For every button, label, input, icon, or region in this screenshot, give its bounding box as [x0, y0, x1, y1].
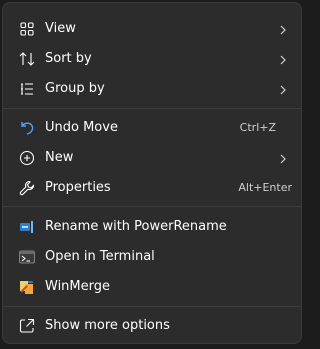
- menu-item-show-more-options[interactable]: Show more options: [7, 311, 297, 341]
- menu-item-show-more-label: Show more options: [45, 318, 170, 333]
- menu-item-view-label: View: [45, 21, 76, 36]
- context-menu: View Sort by Group by Undo Move Ctrl+Z N…: [2, 2, 302, 344]
- menu-item-undo-move[interactable]: Undo Move Ctrl+Z: [7, 113, 297, 143]
- chevron-right-icon: [279, 52, 287, 66]
- menu-separator: [3, 108, 301, 109]
- menu-separator: [3, 206, 301, 207]
- menu-item-new[interactable]: New: [7, 143, 297, 173]
- show-more-options-icon: [19, 318, 35, 334]
- menu-item-properties[interactable]: Properties Alt+Enter: [7, 173, 297, 203]
- new-plus-icon: [19, 150, 35, 166]
- undo-icon: [19, 120, 35, 136]
- menu-item-group-by-label: Group by: [45, 81, 105, 96]
- terminal-icon: [19, 249, 35, 265]
- menu-item-view[interactable]: View: [7, 14, 297, 44]
- shortcut-text: Ctrl+Z: [239, 121, 276, 134]
- menu-item-winmerge-label: WinMerge: [45, 279, 110, 294]
- menu-separator: [3, 306, 301, 307]
- menu-item-sort-by-label: Sort by: [45, 51, 92, 66]
- properties-wrench-icon: [19, 180, 35, 196]
- powerrename-icon: [19, 219, 35, 235]
- menu-item-undo-move-label: Undo Move: [45, 120, 118, 135]
- menu-item-open-in-terminal[interactable]: Open in Terminal: [7, 242, 297, 272]
- chevron-right-icon: [279, 82, 287, 96]
- menu-item-winmerge[interactable]: WinMerge: [7, 272, 297, 302]
- chevron-right-icon: [279, 22, 287, 36]
- group-list-icon: [19, 81, 35, 97]
- sort-icon: [19, 51, 35, 67]
- menu-item-properties-label: Properties: [45, 180, 111, 195]
- menu-item-terminal-label: Open in Terminal: [45, 249, 155, 264]
- shortcut-text: Alt+Enter: [238, 181, 292, 194]
- menu-item-rename-label: Rename with PowerRename: [45, 219, 227, 234]
- menu-item-new-label: New: [45, 150, 74, 165]
- menu-item-rename-with-powerrename[interactable]: Rename with PowerRename: [7, 212, 297, 242]
- chevron-right-icon: [279, 151, 287, 165]
- view-grid-icon: [19, 21, 35, 37]
- winmerge-icon: [19, 279, 35, 295]
- menu-item-group-by[interactable]: Group by: [7, 74, 297, 104]
- menu-item-sort-by[interactable]: Sort by: [7, 44, 297, 74]
